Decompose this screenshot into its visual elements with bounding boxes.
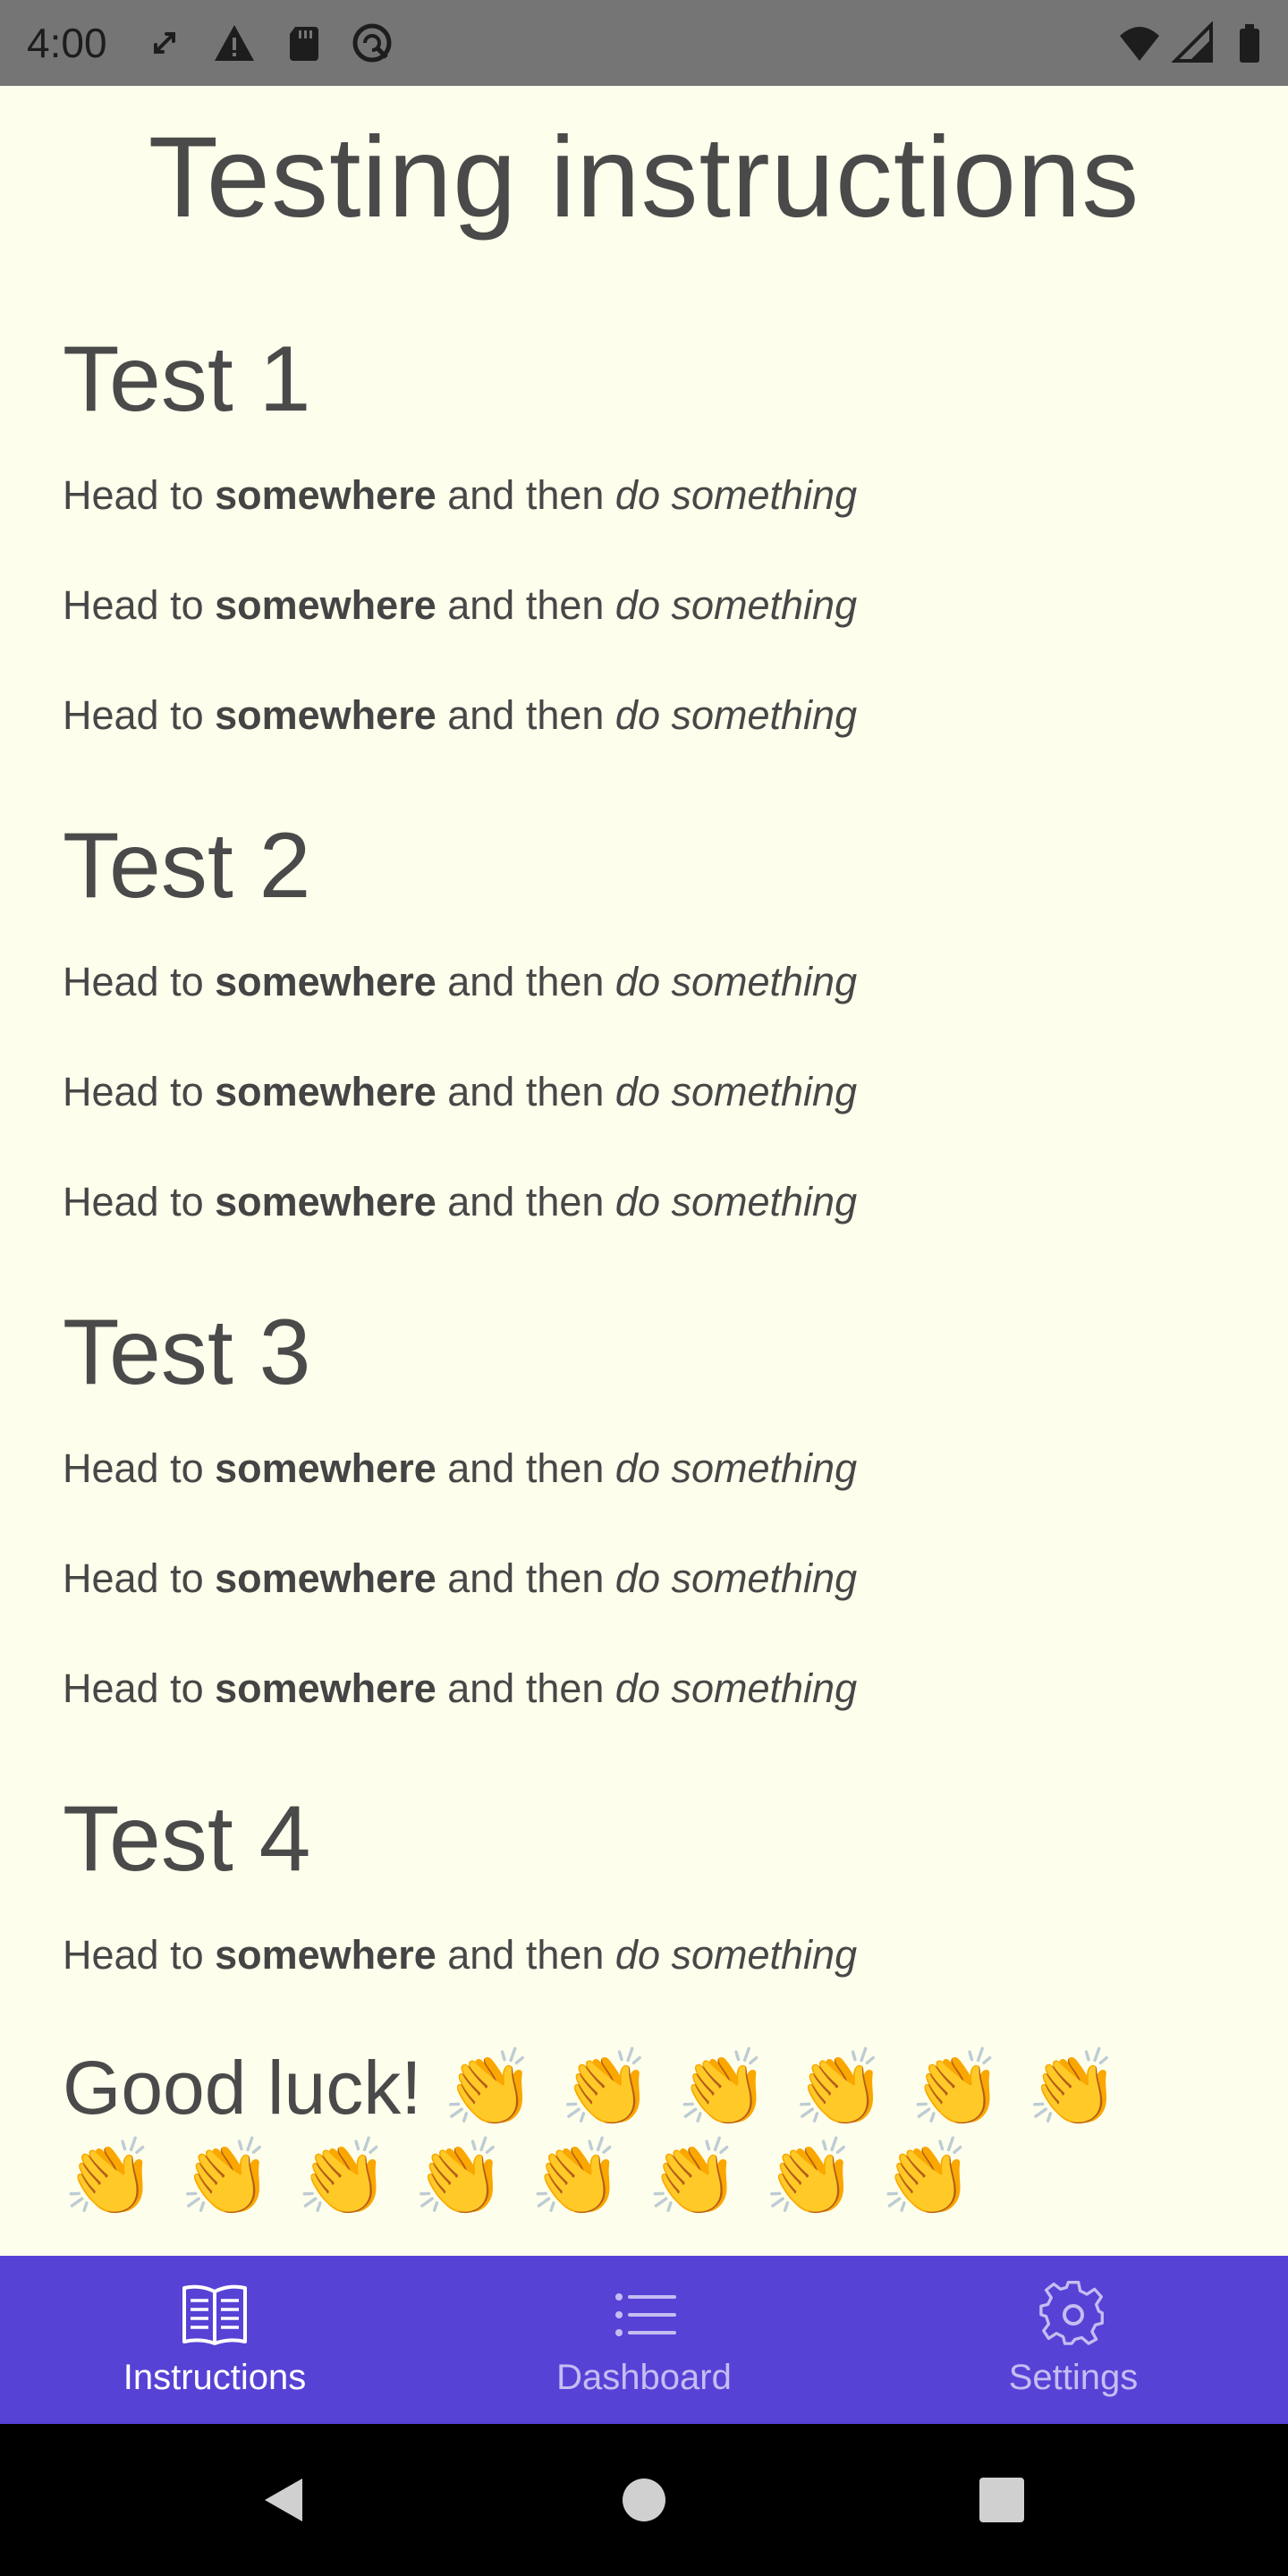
step-location: somewhere: [215, 959, 436, 1004]
step-action: do something: [614, 582, 858, 628]
screen: 4:00 Testing instructions Test 1 Head to…: [0, 0, 1288, 2576]
clapping-hands-emoji: 👏: [179, 2135, 274, 2219]
clapping-hands-emoji: 👏: [792, 2046, 887, 2130]
clapping-hands-emoji: 👏: [559, 2046, 654, 2130]
gear-icon: [1038, 2279, 1109, 2351]
step-action: do something: [614, 1445, 858, 1491]
nav-tab-instructions[interactable]: Instructions: [0, 2256, 429, 2424]
section-title-test-2: Test 2: [63, 814, 311, 918]
step-location: somewhere: [215, 1445, 436, 1491]
step-action: do something: [614, 1932, 858, 1978]
step-item: Head to somewhere and then do something: [63, 1069, 858, 1114]
clapping-hands-emoji: 👏: [763, 2135, 858, 2219]
book-icon: [179, 2279, 250, 2351]
step-action: do something: [614, 1665, 858, 1711]
sd-card-icon: [283, 21, 326, 64]
list-icon: [608, 2279, 680, 2351]
section-title-test-1: Test 1: [63, 327, 311, 431]
signal-icon: [1172, 21, 1215, 64]
status-time: 4:00: [27, 20, 107, 66]
clapping-hands-emoji: 👏: [442, 2046, 537, 2130]
step-action: do something: [614, 692, 858, 738]
step-item: Head to somewhere and then do something: [63, 1932, 858, 1978]
clapping-hands-emoji: 👏: [880, 2135, 974, 2219]
step-item: Head to somewhere and then do something: [63, 692, 858, 738]
nav-tab-settings[interactable]: Settings: [859, 2256, 1288, 2424]
step-item: Head to somewhere and then do something: [63, 1665, 858, 1711]
step-item: Head to somewhere and then do something: [63, 959, 858, 1004]
step-item: Head to somewhere and then do something: [63, 1555, 858, 1601]
step-location: somewhere: [215, 1932, 436, 1978]
sync-icon: [143, 21, 186, 64]
recents-icon[interactable]: [975, 2473, 1029, 2527]
step-item: Head to somewhere and then do something: [63, 472, 858, 518]
step-item: Head to somewhere and then do something: [63, 582, 858, 628]
clapping-hands-emoji: 👏: [646, 2135, 741, 2219]
step-location: somewhere: [215, 1069, 436, 1114]
clapping-hands-emoji: 👏: [296, 2135, 390, 2219]
step-action: do something: [614, 959, 858, 1004]
instructions-content: Testing instructions Test 1 Head to some…: [0, 86, 1288, 2256]
nav-label-settings: Settings: [1008, 2358, 1139, 2397]
step-item: Head to somewhere and then do something: [63, 1445, 858, 1491]
warning-icon: [213, 21, 256, 64]
clapping-hands-emoji: 👏: [63, 2135, 157, 2219]
clapping-hands-emoji: 👏: [530, 2135, 623, 2219]
nav-tab-dashboard[interactable]: Dashboard: [429, 2256, 859, 2424]
home-icon[interactable]: [617, 2473, 671, 2527]
page-title: Testing instructions: [148, 114, 1140, 242]
clapping-hands-emoji: 👏: [676, 2046, 770, 2130]
back-icon[interactable]: [258, 2473, 311, 2527]
clapping-hands-emoji: 👏: [910, 2046, 1004, 2130]
status-bar: 4:00: [0, 0, 1288, 86]
good-luck-text: Good luck!: [63, 2046, 422, 2130]
step-action: do something: [614, 1179, 858, 1224]
section-title-test-4: Test 4: [63, 1787, 311, 1891]
system-navigation-bar: [0, 2424, 1288, 2576]
step-location: somewhere: [215, 582, 436, 628]
good-luck-message: Good luck! 👏 👏 👏 👏 👏 👏👏 👏 👏 👏 👏 👏 👏 👏: [63, 2043, 1225, 2222]
nav-label-dashboard: Dashboard: [556, 2358, 732, 2397]
step-location: somewhere: [215, 1665, 436, 1711]
data-saver-icon: [351, 21, 394, 64]
step-action: do something: [614, 1555, 858, 1601]
section-title-test-3: Test 3: [63, 1301, 311, 1404]
nav-label-instructions: Instructions: [123, 2358, 307, 2397]
step-location: somewhere: [215, 472, 436, 518]
step-action: do something: [614, 1069, 858, 1114]
wifi-icon: [1118, 21, 1161, 64]
step-item: Head to somewhere and then do something: [63, 1179, 858, 1224]
battery-icon: [1229, 21, 1272, 64]
step-location: somewhere: [215, 692, 436, 738]
bottom-navigation: Instructions Dashboard Settings: [0, 2256, 1288, 2424]
clapping-hands-emoji: 👏: [1026, 2046, 1121, 2130]
step-location: somewhere: [215, 1179, 436, 1224]
clapping-hands-emoji: 👏: [412, 2135, 507, 2219]
step-location: somewhere: [215, 1555, 436, 1601]
step-action: do something: [614, 472, 858, 518]
